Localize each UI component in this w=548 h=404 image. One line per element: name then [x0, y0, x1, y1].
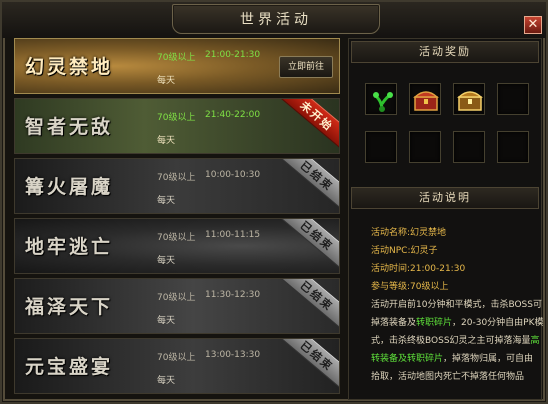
- activity-row-huanling[interactable]: 幻灵禁地 70级以上 21:00-21:30 每天 立即前往: [14, 38, 340, 94]
- activity-name: 福泽天下: [25, 296, 114, 318]
- desc-activity-level: 参与等级:70级以上: [371, 279, 449, 292]
- activity-time: 13:00-13:30: [205, 350, 261, 360]
- activity-time: 10:00-10:30: [205, 170, 261, 180]
- red-treasure-chest-icon: [413, 91, 439, 111]
- rewards-header: 活动奖励: [351, 41, 539, 63]
- activity-time: 11:00-11:15: [205, 230, 261, 240]
- activity-repeat: 每天: [157, 196, 176, 206]
- activity-name: 智者无敌: [25, 116, 114, 138]
- reward-slot-red-chest[interactable]: [409, 83, 441, 115]
- activity-level: 70级以上: [157, 53, 196, 63]
- activity-row-zhizhe[interactable]: 智者无敌 70级以上 21:40-22:00 每天 未开始: [14, 98, 340, 154]
- desc-activity-name: 活动名称:幻灵禁地: [371, 225, 446, 238]
- activity-repeat: 每天: [157, 136, 176, 146]
- activity-level: 70级以上: [157, 293, 196, 303]
- highlight: 转装备及转职碎片: [371, 354, 444, 364]
- title-bar: 世界活动 ✕: [2, 2, 546, 38]
- reward-slot-empty[interactable]: [497, 83, 529, 115]
- text: 掉落装备及: [371, 318, 417, 328]
- activity-row-fuze[interactable]: 福泽天下 70级以上 11:30-12:30 每天 已结束: [14, 278, 340, 334]
- activity-time: 11:30-12:30: [205, 290, 261, 300]
- title-plate: 世界活动: [172, 4, 380, 34]
- gold-treasure-chest-icon: [457, 91, 483, 111]
- activity-row-gouhuo[interactable]: 篝火屠魔 70级以上 10:00-10:30 每天 已结束: [14, 158, 340, 214]
- activity-level: 70级以上: [157, 173, 196, 183]
- reward-slot-empty[interactable]: [497, 131, 529, 163]
- desc-activity-time: 活动时间:21:00-21:30: [371, 261, 465, 274]
- activity-level: 70级以上: [157, 113, 196, 123]
- activity-row-dilao[interactable]: 地牢逃亡 70级以上 11:00-11:15 每天 已结束: [14, 218, 340, 274]
- activity-level: 70级以上: [157, 233, 196, 243]
- value: 21:00-21:30: [410, 264, 466, 274]
- activity-row-yuanbao[interactable]: 元宝盛宴 70级以上 13:00-13:30 每天 已结束: [14, 338, 340, 394]
- reward-slot-empty[interactable]: [453, 131, 485, 163]
- world-activity-window: 世界活动 ✕ 幻灵禁地 70级以上 21:00-21:30 每天 立即前往 智者…: [0, 0, 548, 404]
- value: 70级以上: [410, 282, 449, 292]
- desc-body-line: 拾取，活动地图内死亡不掉落任何物品: [371, 369, 524, 382]
- label: 活动时间:: [371, 264, 411, 274]
- desc-body-line: 式，击杀终极BOSS幻灵之主可掉落海量高: [371, 333, 540, 346]
- activity-name: 篝火屠魔: [25, 176, 114, 198]
- value: 幻灵禁地: [410, 228, 447, 238]
- highlight: 转职碎片: [416, 318, 453, 328]
- activity-list: 幻灵禁地 70级以上 21:00-21:30 每天 立即前往 智者无敌 70级以…: [14, 38, 340, 400]
- reward-slot-gold-chest[interactable]: [453, 83, 485, 115]
- desc-body-line: 活动开启前10分钟和平模式，击杀BOSS可: [371, 297, 542, 310]
- description-header: 活动说明: [351, 187, 539, 209]
- close-button[interactable]: ✕: [524, 16, 542, 34]
- text: 式，击杀终极BOSS幻灵之主可掉落海量: [371, 336, 531, 346]
- activity-name: 幻灵禁地: [25, 56, 114, 78]
- label: 参与等级:: [371, 282, 411, 292]
- activity-time: 21:00-21:30: [205, 50, 261, 60]
- activity-repeat: 每天: [157, 316, 176, 326]
- desc-activity-npc: 活动NPC:幻灵子: [371, 243, 438, 256]
- activity-name: 地牢逃亡: [25, 236, 114, 258]
- activity-repeat: 每天: [157, 376, 176, 386]
- label: 活动NPC:: [371, 246, 411, 256]
- value: 幻灵子: [410, 246, 438, 256]
- text: 拾取，活动地图内死亡不掉落任何物品: [371, 372, 525, 382]
- label: 活动名称:: [371, 228, 411, 238]
- text: ，掉落物归属，可自由: [443, 354, 534, 364]
- activity-repeat: 每天: [157, 76, 176, 86]
- reward-slot-green-herb[interactable]: [365, 83, 397, 115]
- activity-repeat: 每天: [157, 256, 176, 266]
- desc-body-line: 转装备及转职碎片，掉落物归属，可自由: [371, 351, 533, 364]
- text: ，20-30分钟自由PK模: [452, 318, 544, 328]
- activity-name: 元宝盛宴: [25, 356, 114, 378]
- activity-time: 21:40-22:00: [205, 110, 261, 120]
- reward-slot-empty[interactable]: [409, 131, 441, 163]
- text: 活动开启前10分钟和平模式，击杀BOSS可: [371, 300, 542, 310]
- window-title: 世界活动: [240, 12, 312, 28]
- go-now-button[interactable]: 立即前往: [279, 56, 333, 78]
- desc-body-line: 掉落装备及转职碎片，20-30分钟自由PK模: [371, 315, 544, 328]
- green-herb-icon: [372, 92, 393, 112]
- highlight: 高: [530, 336, 540, 346]
- reward-slot-empty[interactable]: [365, 131, 397, 163]
- activity-detail-panel: 活动奖励 活动说明 活动名称:幻灵禁地 活动NPC:幻灵子 活动时间:21:00…: [348, 38, 544, 400]
- activity-level: 70级以上: [157, 353, 196, 363]
